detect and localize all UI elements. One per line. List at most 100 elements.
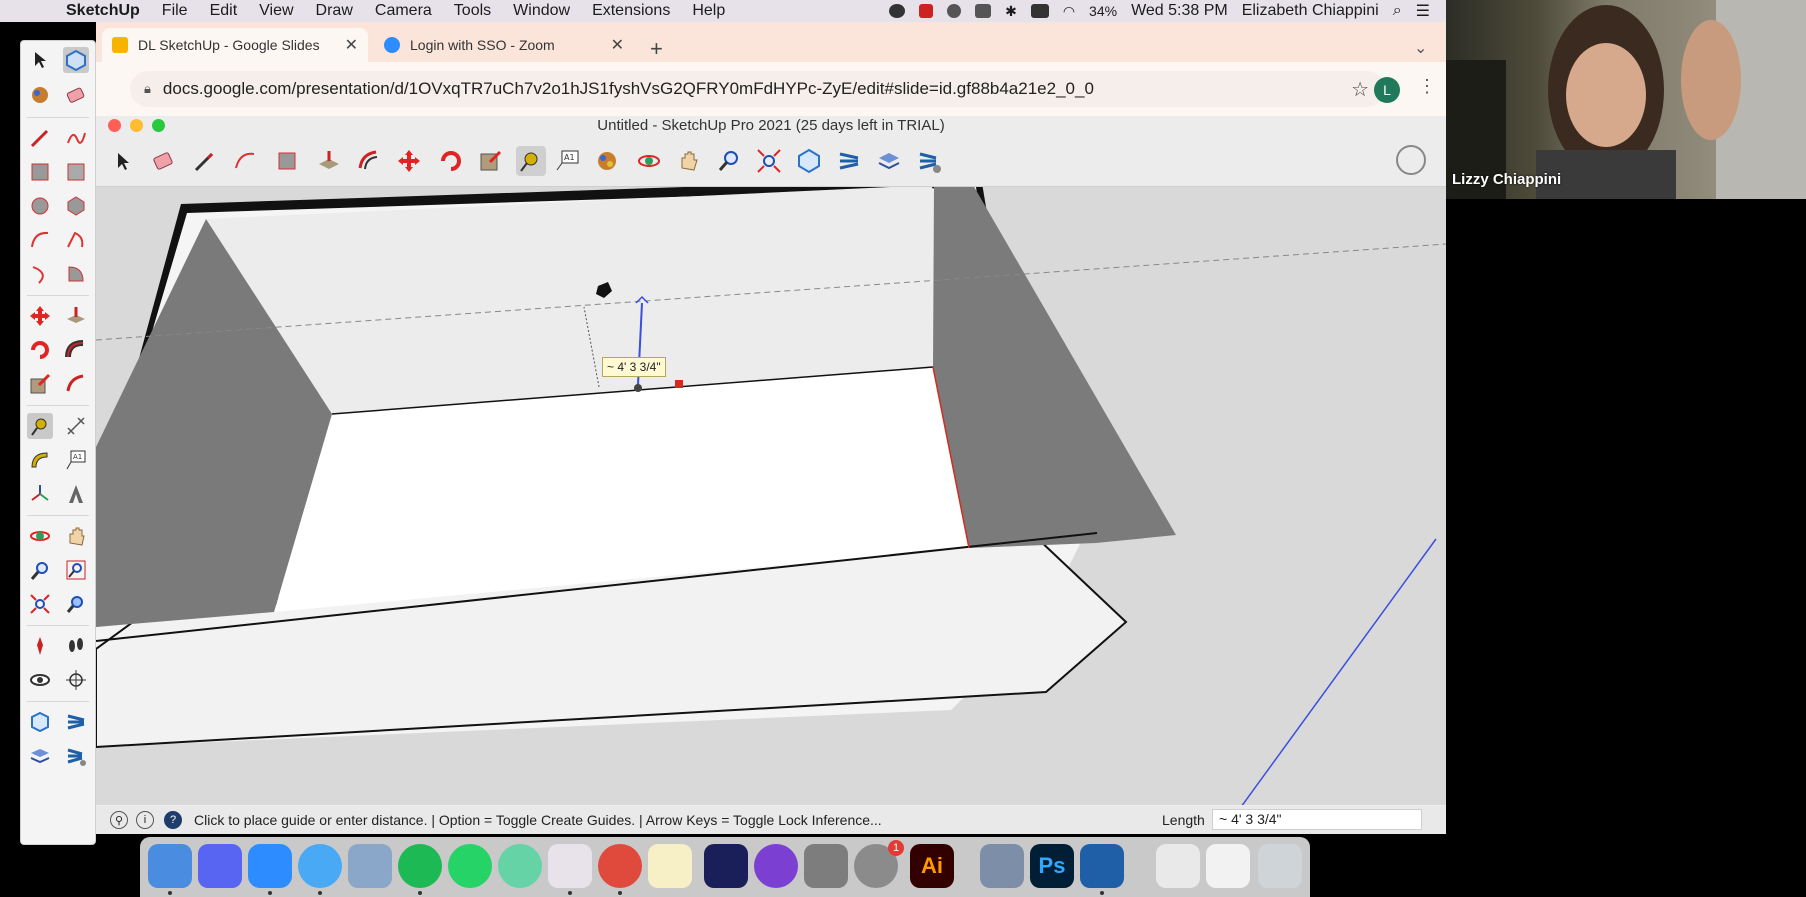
zoom-tool-icon[interactable]: [714, 146, 744, 176]
eraser-tool-icon[interactable]: [63, 82, 89, 108]
menu-app-name[interactable]: SketchUp: [66, 2, 140, 20]
zoom-extents-tool-icon[interactable]: [754, 146, 784, 176]
extension-manager-icon[interactable]: [63, 743, 89, 769]
atom-icon[interactable]: [498, 844, 542, 888]
scale-tool-icon[interactable]: [27, 371, 53, 397]
close-tab-icon[interactable]: ✕: [345, 35, 358, 55]
address-bar[interactable]: 🔒︎ docs.google.com/presentation/d/1OVxqT…: [130, 71, 1385, 107]
creative-cloud-icon[interactable]: [889, 4, 906, 18]
eraser-tool-icon[interactable]: [148, 146, 178, 176]
menu-edit[interactable]: Edit: [210, 2, 238, 20]
extension-warehouse-icon[interactable]: [63, 709, 89, 735]
three-point-arc-tool-icon[interactable]: [27, 261, 53, 287]
follow-me-tool-icon[interactable]: [63, 337, 89, 363]
rectangle-tool-icon[interactable]: [27, 159, 53, 185]
calculator-icon[interactable]: [804, 844, 848, 888]
select-tool-icon[interactable]: [108, 146, 138, 176]
minimize-window-button[interactable]: [130, 119, 143, 132]
axes-tool-icon[interactable]: [27, 481, 53, 507]
protractor-tool-icon[interactable]: [27, 447, 53, 473]
previous-view-tool-icon[interactable]: [63, 591, 89, 617]
orbit-tool-icon[interactable]: [634, 146, 664, 176]
circle-tool-icon[interactable]: [27, 193, 53, 219]
two-point-arc-tool-icon[interactable]: [63, 227, 89, 253]
paint-bucket-tool-icon[interactable]: [27, 82, 53, 108]
tab-zoom-login[interactable]: Login with SSO - Zoom ✕: [374, 28, 634, 62]
layout-icon[interactable]: [874, 146, 904, 176]
timer-icon[interactable]: [947, 4, 962, 18]
zoom-window-tool-icon[interactable]: [63, 557, 89, 583]
rotated-rectangle-tool-icon[interactable]: [63, 159, 89, 185]
extension-warehouse-icon[interactable]: [834, 146, 864, 176]
rotate-tool-icon[interactable]: [27, 337, 53, 363]
line-tool-icon[interactable]: [27, 125, 53, 151]
move-tool-icon[interactable]: [394, 146, 424, 176]
bluetooth-icon[interactable]: ✱: [1005, 3, 1017, 20]
pie-tool-icon[interactable]: [63, 261, 89, 287]
trash-icon[interactable]: [1258, 844, 1302, 888]
text-tool-icon[interactable]: A1: [552, 146, 582, 176]
menu-draw[interactable]: Draw: [316, 2, 353, 20]
geo-location-icon[interactable]: ⚲: [110, 811, 128, 829]
3d-text-tool-icon[interactable]: [63, 481, 89, 507]
zoom-extents-tool-icon[interactable]: [27, 591, 53, 617]
orbit-tool-icon[interactable]: [27, 523, 53, 549]
downloads-folder-icon[interactable]: [1206, 844, 1250, 888]
rectangle-tool-icon[interactable]: [272, 146, 302, 176]
scale-tool-icon[interactable]: [476, 146, 506, 176]
spotlight-icon[interactable]: ⌕: [1393, 2, 1402, 20]
close-window-button[interactable]: [108, 119, 121, 132]
messages-icon[interactable]: [298, 844, 342, 888]
url-text[interactable]: docs.google.com/presentation/d/1OVxqTR7u…: [163, 79, 1094, 99]
spotify-icon[interactable]: [398, 844, 442, 888]
pan-tool-icon[interactable]: [63, 523, 89, 549]
zoom-window-button[interactable]: [152, 119, 165, 132]
push-pull-tool-icon[interactable]: [63, 303, 89, 329]
profile-avatar[interactable]: L: [1374, 77, 1400, 103]
chrome-icon[interactable]: [598, 844, 642, 888]
finder-icon[interactable]: [148, 844, 192, 888]
preview-icon[interactable]: [348, 844, 392, 888]
whatsapp-icon[interactable]: [448, 844, 492, 888]
section-plane-tool-icon[interactable]: [63, 667, 89, 693]
polygon-tool-icon[interactable]: [63, 193, 89, 219]
zoom-app-icon[interactable]: [248, 844, 292, 888]
new-tab-button[interactable]: +: [650, 36, 663, 62]
3d-warehouse-icon[interactable]: [794, 146, 824, 176]
arc-tool-icon[interactable]: [27, 227, 53, 253]
browser-menu-icon[interactable]: ⋮: [1418, 76, 1436, 97]
model-canvas[interactable]: [96, 187, 1446, 805]
walk-tool-icon[interactable]: [63, 633, 89, 659]
wifi-icon[interactable]: ◠: [1063, 3, 1075, 20]
look-around-tool-icon[interactable]: [27, 667, 53, 693]
lock-icon[interactable]: 🔒︎: [144, 81, 151, 97]
freehand-tool-icon[interactable]: [63, 125, 89, 151]
clock[interactable]: Wed 5:38 PM: [1131, 2, 1228, 20]
tab-search-icon[interactable]: ⌄: [1414, 38, 1427, 58]
github-desktop-icon[interactable]: [754, 844, 798, 888]
menu-window[interactable]: Window: [513, 2, 570, 20]
dimension-tool-icon[interactable]: [63, 413, 89, 439]
rotate-tool-icon[interactable]: [436, 146, 466, 176]
control-center-icon[interactable]: ☰: [1416, 1, 1430, 21]
tab-google-slides[interactable]: DL SketchUp - Google Slides ✕: [102, 28, 368, 62]
bookmark-star-icon[interactable]: ☆: [1351, 77, 1369, 102]
sketchup-viewport[interactable]: [96, 187, 1446, 805]
zoom-video-feed[interactable]: [1446, 0, 1806, 199]
menu-tools[interactable]: Tools: [454, 2, 491, 20]
illustrator-icon[interactable]: Ai: [910, 844, 954, 888]
slack-icon[interactable]: [548, 844, 592, 888]
close-tab-icon[interactable]: ✕: [611, 35, 624, 55]
extension-manager-icon[interactable]: [914, 146, 944, 176]
select-tool-icon[interactable]: [27, 47, 53, 73]
tape-measure-tool-icon[interactable]: [516, 146, 546, 176]
arc-tool-icon[interactable]: [230, 146, 260, 176]
layout-icon[interactable]: [27, 743, 53, 769]
push-pull-tool-icon[interactable]: [314, 146, 344, 176]
position-camera-tool-icon[interactable]: [27, 633, 53, 659]
credits-icon[interactable]: i: [136, 811, 154, 829]
airplay-icon[interactable]: [975, 4, 992, 18]
menu-extensions[interactable]: Extensions: [592, 2, 670, 20]
offset-tool-icon[interactable]: [354, 146, 384, 176]
documents-folder-icon[interactable]: [1156, 844, 1200, 888]
